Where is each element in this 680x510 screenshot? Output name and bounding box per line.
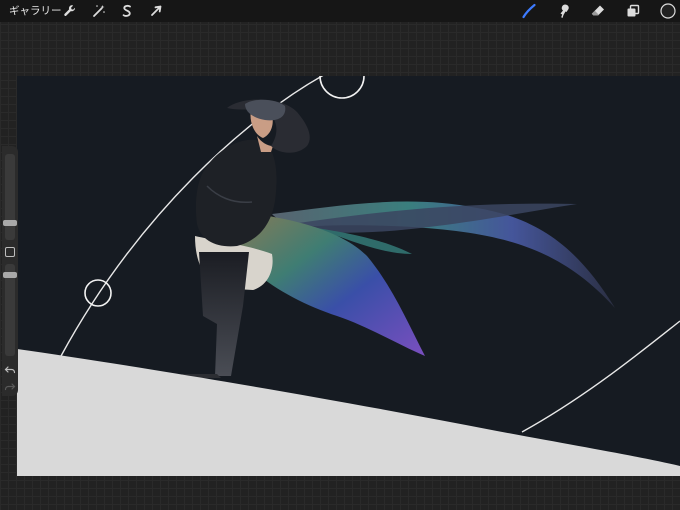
gallery-button[interactable]: ギャラリー — [9, 4, 62, 18]
drawing-canvas[interactable] — [17, 76, 680, 476]
left-sidebar — [2, 146, 18, 396]
arrow-cursor-icon[interactable] — [148, 3, 164, 19]
wrench-icon[interactable] — [62, 3, 78, 19]
eraser-icon[interactable] — [590, 3, 606, 19]
procreate-app: ギャラリー — [0, 0, 680, 510]
opacity-handle[interactable] — [3, 272, 17, 278]
opacity-slider[interactable] — [3, 264, 17, 356]
color-swatch-icon[interactable] — [660, 3, 676, 19]
brush-icon[interactable] — [521, 3, 537, 19]
redo-icon[interactable] — [4, 381, 16, 393]
top-toolbar: ギャラリー — [0, 0, 680, 22]
curve-handle[interactable] — [319, 76, 365, 99]
artwork — [17, 76, 680, 476]
undo-icon[interactable] — [4, 364, 16, 376]
guide-curve — [521, 320, 680, 433]
modify-button[interactable] — [5, 247, 15, 257]
legs — [199, 252, 249, 376]
brush-size-handle[interactable] — [3, 220, 17, 226]
brush-size-slider[interactable] — [3, 154, 17, 240]
magic-wand-icon[interactable] — [91, 3, 107, 19]
layers-icon[interactable] — [625, 3, 641, 19]
curve-handle[interactable] — [84, 279, 112, 307]
selection-s-icon[interactable] — [119, 3, 135, 19]
ground — [17, 349, 680, 476]
smudge-icon[interactable] — [556, 3, 572, 19]
